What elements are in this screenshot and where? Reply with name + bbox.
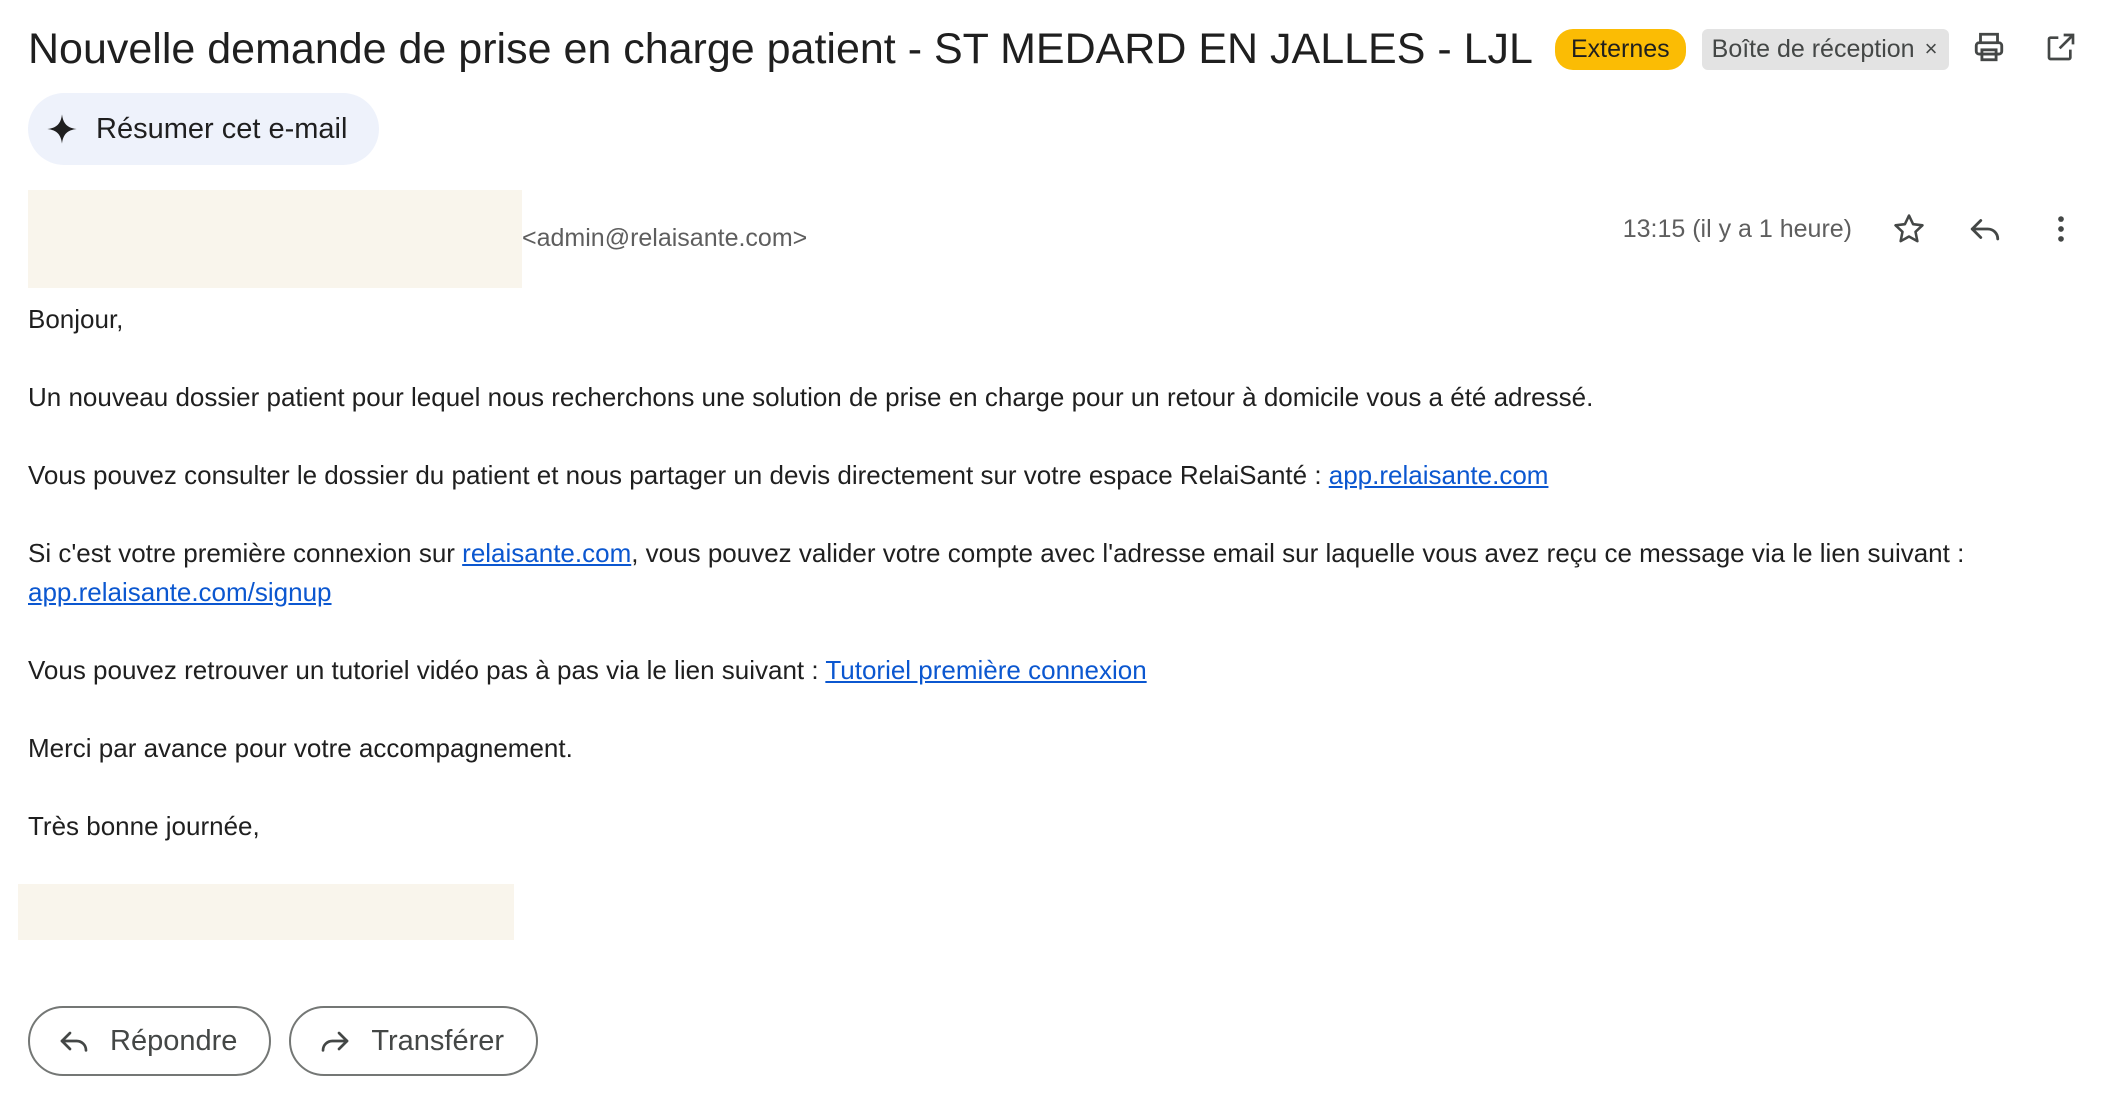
forward-label: Transférer — [371, 1024, 505, 1057]
sparkle-icon — [47, 114, 77, 144]
reply-button[interactable]: Répondre — [28, 1006, 272, 1076]
app-link[interactable]: app.relaisante.com — [1329, 460, 1549, 490]
signup-link[interactable]: app.relaisante.com/signup — [28, 577, 332, 607]
p3-text-2: , vous pouvez valider votre compte avec … — [631, 538, 1965, 568]
p2-text: Vous pouvez consulter le dossier du pati… — [28, 460, 1329, 490]
relaisante-link[interactable]: relaisante.com — [462, 538, 631, 568]
star-icon — [1894, 214, 1924, 243]
open-new-window-button[interactable] — [2040, 26, 2082, 68]
print-button[interactable] — [1968, 26, 2010, 68]
signature-redacted — [18, 884, 514, 940]
message-actions — [1888, 208, 2082, 250]
label-inbox[interactable]: Boîte de réception × — [1701, 28, 1950, 70]
reply-actions: Répondre Transférer — [28, 1006, 539, 1076]
sender-email: <admin@relaisante.com> — [522, 224, 808, 252]
email-timestamp: 13:15 (il y a 1 heure) — [1622, 214, 1852, 243]
label-externes[interactable]: Externes — [1554, 28, 1686, 70]
p4-text: Vous pouvez retrouver un tutoriel vidéo … — [28, 655, 826, 685]
sender-meta: 13:15 (il y a 1 heure) — [1623, 208, 2082, 250]
reply-button-small[interactable] — [1964, 208, 2006, 250]
reply-label: Répondre — [110, 1024, 238, 1057]
reply-icon — [60, 1031, 88, 1052]
p3-text-1: Si c'est votre première connexion sur — [28, 538, 463, 568]
print-icon — [1974, 32, 2004, 62]
body-paragraph-4: Vous pouvez retrouver un tutoriel vidéo … — [28, 651, 2068, 690]
body-paragraph-2: Vous pouvez consulter le dossier du pati… — [28, 456, 2068, 495]
email-body: Bonjour, Un nouveau dossier patient pour… — [28, 300, 2068, 885]
star-button[interactable] — [1888, 208, 1930, 250]
remove-label-button[interactable]: × — [1925, 36, 1938, 62]
greeting: Bonjour, — [28, 304, 124, 334]
body-paragraph-5: Merci par avance pour votre accompagneme… — [28, 733, 573, 763]
body-paragraph-1: Un nouveau dossier patient pour lequel n… — [28, 382, 1594, 412]
open-in-new-icon — [2047, 33, 2075, 61]
summarize-email-button[interactable]: Résumer cet e-mail — [28, 93, 380, 165]
more-options-button[interactable] — [2040, 208, 2082, 250]
email-subject: Nouvelle demande de prise en charge pati… — [28, 24, 1533, 73]
sender-name-redacted — [28, 190, 522, 288]
reply-icon — [1970, 219, 2000, 241]
more-vert-icon — [2058, 216, 2064, 242]
body-paragraph-6: Très bonne journée, — [28, 811, 260, 841]
forward-icon — [322, 1031, 349, 1052]
forward-button[interactable]: Transférer — [289, 1006, 539, 1076]
body-paragraph-3: Si c'est votre première connexion sur re… — [28, 534, 2068, 612]
sender-row: <admin@relaisante.com> 13:15 (il y a 1 h… — [28, 190, 2082, 288]
label-inbox-text: Boîte de réception — [1711, 34, 1915, 63]
summarize-label: Résumer cet e-mail — [96, 112, 348, 145]
subject-row: Nouvelle demande de prise en charge pati… — [28, 18, 2082, 80]
tutorial-link[interactable]: Tutoriel première connexion — [825, 655, 1146, 685]
top-icons — [1968, 26, 2082, 68]
